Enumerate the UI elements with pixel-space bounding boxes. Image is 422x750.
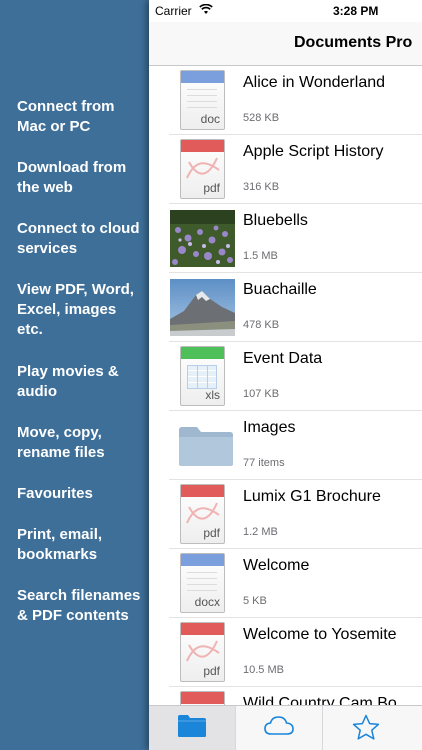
docx-file-icon: docx bbox=[180, 553, 225, 613]
file-row-images-folder[interactable]: Images 77 items bbox=[149, 411, 422, 480]
file-extension: pdf bbox=[203, 526, 220, 540]
mountain-photo-thumbnail bbox=[170, 279, 235, 336]
folder-icon bbox=[179, 427, 233, 466]
cloud-icon bbox=[264, 716, 294, 735]
file-name: Lumix G1 Brochure bbox=[243, 488, 381, 505]
wifi-icon bbox=[199, 3, 213, 18]
feature-favourites: Favourites bbox=[17, 485, 93, 502]
file-name: Welcome bbox=[243, 557, 310, 574]
star-icon bbox=[352, 714, 380, 740]
tab-bar bbox=[149, 705, 422, 750]
carrier-label: Carrier bbox=[155, 4, 192, 18]
file-list: doc Alice in Wonderland 528 KB pdf Apple… bbox=[149, 66, 422, 705]
feature-print-email: Print, email, bookmarks bbox=[17, 526, 103, 563]
file-size: 478 KB bbox=[243, 319, 280, 331]
tab-files[interactable] bbox=[149, 706, 235, 750]
tab-favourites[interactable] bbox=[323, 706, 409, 750]
pdf-file-icon: pdf bbox=[180, 622, 225, 682]
file-size: 5 KB bbox=[243, 595, 267, 607]
folder-icon bbox=[178, 715, 206, 737]
file-name: Bluebells bbox=[243, 212, 308, 229]
file-name: Wild Country Cam Bo bbox=[243, 695, 397, 705]
file-name: Alice in Wonderland bbox=[243, 74, 386, 91]
file-name: Event Data bbox=[243, 350, 323, 367]
navigation-bar: Documents Pro bbox=[149, 22, 422, 66]
doc-file-icon: doc bbox=[180, 70, 225, 130]
pdf-file-icon bbox=[180, 691, 225, 705]
file-row-alice-in-wonderland[interactable]: doc Alice in Wonderland 528 KB bbox=[149, 66, 422, 135]
file-extension: xls bbox=[205, 388, 220, 402]
pdf-file-icon: pdf bbox=[180, 484, 225, 544]
file-row-apple-script-history[interactable]: pdf Apple Script History 316 KB bbox=[149, 135, 422, 204]
file-row-welcome-to-yosemite[interactable]: pdf Welcome to Yosemite 10.5 MB bbox=[149, 618, 422, 687]
file-size: 1.5 MB bbox=[243, 250, 278, 262]
feature-play-media: Play movies & audio bbox=[17, 363, 119, 400]
feature-connect-mac-pc: Connect from Mac or PC bbox=[17, 98, 115, 135]
xls-file-icon: xls bbox=[180, 346, 225, 406]
feature-cloud-services: Connect to cloud services bbox=[17, 220, 140, 257]
file-name: Buachaille bbox=[243, 281, 317, 298]
feature-view-documents: View PDF, Word, Excel, images etc. bbox=[17, 281, 134, 338]
file-name: Images bbox=[243, 419, 296, 436]
file-size: 107 KB bbox=[243, 388, 280, 400]
feature-file-management: Move, copy, rename files bbox=[17, 424, 105, 461]
item-count: 77 items bbox=[243, 457, 285, 469]
tab-cloud[interactable] bbox=[236, 706, 322, 750]
file-row-buachaille[interactable]: Buachaille 478 KB bbox=[149, 273, 422, 342]
file-row-lumix-g1-brochure[interactable]: pdf Lumix G1 Brochure 1.2 MB bbox=[149, 480, 422, 549]
file-name: Welcome to Yosemite bbox=[243, 626, 397, 643]
file-extension: doc bbox=[200, 112, 220, 126]
file-row-wild-country[interactable]: Wild Country Cam Bo bbox=[149, 687, 422, 705]
file-row-bluebells[interactable]: Bluebells 1.5 MB bbox=[149, 204, 422, 273]
file-size: 528 KB bbox=[243, 112, 280, 124]
feature-search: Search filenames & PDF contents bbox=[17, 587, 141, 624]
feature-panel: Connect from Mac or PC Download from the… bbox=[0, 0, 149, 750]
pdf-file-icon: pdf bbox=[180, 139, 225, 199]
file-extension: pdf bbox=[203, 664, 220, 678]
file-row-event-data[interactable]: xls Event Data 107 KB bbox=[149, 342, 422, 411]
file-size: 10.5 MB bbox=[243, 664, 284, 676]
bluebells-photo-thumbnail bbox=[170, 210, 235, 267]
file-size: 1.2 MB bbox=[243, 526, 278, 538]
file-row-welcome[interactable]: docx Welcome 5 KB bbox=[149, 549, 422, 618]
file-extension: docx bbox=[194, 595, 220, 609]
clock: 3:28 PM bbox=[333, 4, 379, 18]
status-bar: Carrier 3:28 PM bbox=[149, 0, 422, 22]
file-size: 316 KB bbox=[243, 181, 280, 193]
phone-screen: Carrier 3:28 PM Documents Pro doc Alice … bbox=[149, 0, 422, 750]
feature-download-web: Download from the web bbox=[17, 159, 127, 196]
file-name: Apple Script History bbox=[243, 143, 384, 160]
file-extension: pdf bbox=[203, 181, 220, 195]
page-title: Documents Pro bbox=[294, 34, 413, 51]
